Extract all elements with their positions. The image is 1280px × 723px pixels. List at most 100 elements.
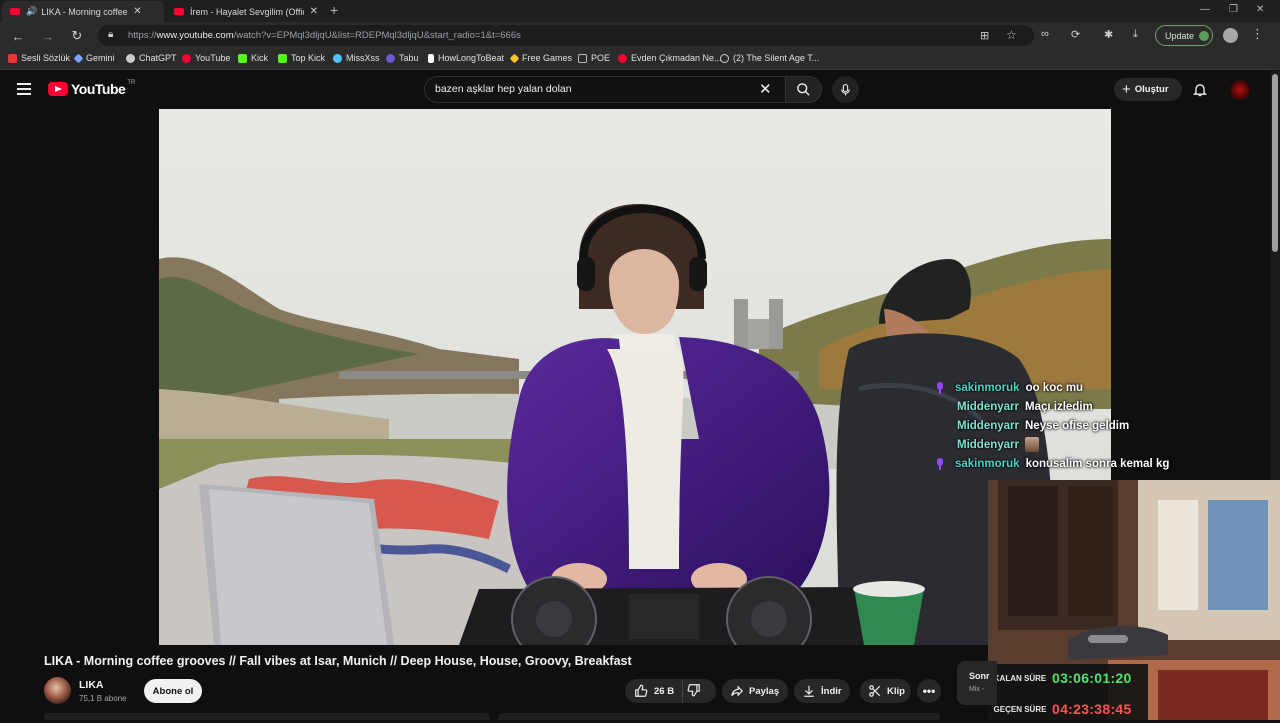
forward-icon[interactable]: →	[39, 27, 57, 45]
chat-text: Neyse ofise geldim	[1025, 419, 1130, 432]
globe-icon	[720, 53, 729, 63]
download-icon[interactable]: ⤓	[1133, 28, 1138, 41]
bookmark-evden-cikmadan[interactable]: Evden Çıkmadan Ne...	[618, 53, 722, 63]
channel-name[interactable]: LIKA	[79, 679, 104, 691]
mic-badge-icon	[937, 457, 943, 470]
profile-avatar[interactable]	[1223, 28, 1238, 43]
plus-icon: +	[1122, 81, 1131, 98]
dislike-button[interactable]	[687, 683, 701, 702]
tag-icon	[509, 53, 520, 63]
thumbs-down-icon	[687, 684, 700, 697]
download-button[interactable]: İndir	[794, 679, 850, 703]
like-button[interactable]: 26 B	[625, 679, 683, 703]
close-tab-icon[interactable]: ✕	[133, 6, 141, 17]
bookmark-gemini[interactable]: Gemini	[73, 53, 115, 63]
timer-panel: KALAN SÜRE 03:06:01:20 GEÇEN SÜRE 04:23:…	[988, 664, 1148, 720]
bookmark-kick[interactable]: Kick	[238, 53, 268, 63]
site-info-icon[interactable]: 🔒︎	[108, 29, 113, 40]
youtube-favicon-icon	[174, 8, 184, 15]
scissors-icon	[869, 685, 881, 697]
microphone-icon	[841, 83, 850, 95]
url-text: https://www.youtube.com/watch?v=EPMql3dl…	[128, 30, 521, 41]
bookmark-free-games[interactable]: Free Games	[509, 53, 572, 63]
new-tab-icon[interactable]: +	[330, 2, 338, 18]
elapsed-value: 04:23:38:45	[1052, 701, 1132, 717]
clear-search-icon[interactable]: ✕	[759, 80, 772, 98]
video-title: LIKA - Morning coffee grooves // Fall vi…	[44, 654, 632, 668]
chat-message: Middenyarr Neyse ofise geldim	[935, 416, 1195, 435]
chat-username: sakinmoruk	[955, 457, 1020, 470]
subscriber-count: 75,1 B abone	[79, 694, 127, 703]
scrollbar-thumb[interactable]	[1272, 74, 1278, 252]
extensions-icon[interactable]: ∞	[1041, 28, 1049, 40]
up-next-title: Sonr	[969, 671, 990, 681]
chat-username: Middenyarr	[957, 400, 1019, 413]
bell-icon	[1193, 84, 1207, 97]
hamburger-menu-icon[interactable]	[17, 83, 31, 95]
update-button[interactable]: Update	[1155, 25, 1213, 46]
logo-wordmark: YouTube	[71, 81, 126, 97]
search-button[interactable]	[786, 76, 822, 103]
share-arrow-icon	[731, 685, 744, 697]
address-bar[interactable]: 🔒︎ https://www.youtube.com/watch?v=EPMql…	[98, 25, 1034, 46]
bookmark-sesli-sozluk[interactable]: Sesli Sözlük	[8, 53, 70, 63]
browser-tab-strip: 🔊 LIKA - Morning coffee groov ✕ İrem - H…	[0, 0, 1280, 22]
favorite-star-icon[interactable]: ☆	[1006, 28, 1017, 42]
elapsed-label: GEÇEN SÜRE	[993, 704, 1047, 714]
voice-search-button[interactable]	[832, 76, 859, 103]
chat-text: oo koc mu	[1025, 381, 1084, 394]
bookmark-chatgpt[interactable]: ChatGPT	[126, 53, 177, 63]
puzzle-icon[interactable]: ✱	[1104, 28, 1113, 41]
chat-message: sakinmoruk konusalim sonra kemal kg	[935, 454, 1195, 473]
mic-badge-icon	[937, 381, 943, 394]
remaining-label: KALAN SÜRE	[993, 673, 1047, 683]
speaker-icon[interactable]: 🔊	[26, 6, 37, 17]
bookmark-howlongtobeat[interactable]: HowLongToBeat	[428, 53, 504, 63]
kick-icon	[238, 53, 247, 63]
channel-avatar[interactable]	[44, 677, 71, 704]
stream-chat-overlay: sakinmoruk oo koc mu Middenyarr Maçı izl…	[935, 378, 1195, 473]
video-player[interactable]	[159, 109, 1111, 645]
chat-username: Middenyarr	[957, 438, 1019, 451]
chat-username: Middenyarr	[957, 419, 1019, 432]
bookmark-missxss[interactable]: MissXss	[333, 53, 380, 63]
reload-icon[interactable]: ↻	[68, 27, 86, 45]
download-icon	[804, 685, 814, 697]
browser-tab[interactable]: İrem - Hayalet Sevgilim (Official A ✕	[166, 1, 326, 22]
thumbs-up-icon	[635, 684, 648, 697]
comments-box[interactable]	[498, 713, 940, 720]
restore-icon[interactable]: ❐	[1229, 4, 1238, 15]
emote-image-icon	[1025, 437, 1039, 452]
more-actions-icon[interactable]: •••	[917, 679, 941, 703]
browser-tab-active[interactable]: 🔊 LIKA - Morning coffee groov ✕	[2, 1, 164, 22]
window-close-icon[interactable]: ✕	[1256, 4, 1264, 15]
clip-button[interactable]: Klip	[860, 679, 911, 703]
notifications-button[interactable]	[1192, 81, 1208, 103]
search-icon	[797, 83, 810, 96]
youtube-favicon-icon	[10, 8, 20, 15]
up-next-card[interactable]: Sonr Mix -	[957, 661, 997, 705]
subscribe-button[interactable]: Abone ol	[144, 679, 202, 703]
tab-title: LIKA - Morning coffee groov	[41, 6, 128, 17]
share-button[interactable]: Paylaş	[722, 679, 788, 703]
bookmark-youtube[interactable]: YouTube	[182, 53, 230, 63]
bookmark-favicon-icon	[8, 53, 17, 63]
create-button[interactable]: + Oluştur	[1114, 78, 1182, 101]
close-tab-icon[interactable]: ✕	[310, 6, 318, 17]
back-icon[interactable]: ←	[9, 27, 27, 45]
menu-dots-icon[interactable]: ⋮	[1251, 26, 1264, 42]
app-available-icon[interactable]: ⊞	[980, 29, 989, 42]
bookmark-poe[interactable]: POE	[578, 53, 610, 63]
refresh-extension-icon[interactable]: ⟳	[1071, 28, 1080, 41]
account-avatar[interactable]	[1230, 80, 1250, 100]
folder-icon	[578, 53, 587, 63]
minimize-icon[interactable]: —	[1200, 4, 1210, 15]
youtube-logo[interactable]: YouTube TR	[48, 80, 135, 97]
search-input[interactable]	[435, 83, 755, 95]
bookmark-tabu[interactable]: Tabu	[386, 53, 419, 63]
like-dislike-group: 26 B	[625, 679, 716, 703]
description-box[interactable]	[44, 713, 490, 720]
browser-toolbar: ← → ↻ 🔒︎ https://www.youtube.com/watch?v…	[0, 22, 1280, 49]
bookmark-top-kick[interactable]: Top Kick	[278, 53, 325, 63]
bookmark-silent-age[interactable]: (2) The Silent Age T...	[720, 53, 819, 63]
